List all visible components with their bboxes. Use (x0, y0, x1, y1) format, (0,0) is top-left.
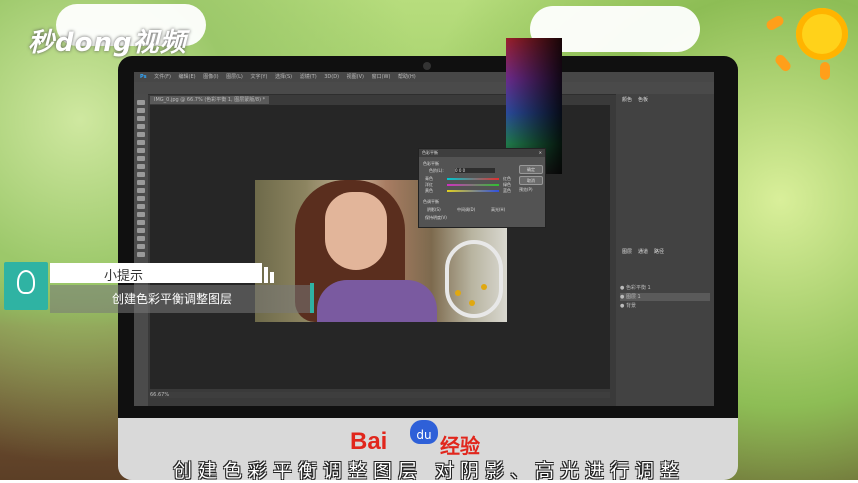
layer-row[interactable]: ● 图层 1 (620, 293, 710, 301)
layer-row[interactable]: ● 色彩平衡 1 (620, 284, 710, 292)
baidu-logo-text: Bai (350, 428, 388, 455)
cancel-button[interactable]: 取消 (519, 176, 543, 185)
gradient-tool-icon[interactable] (137, 188, 145, 193)
radio-shadows[interactable]: 阴影(S) (427, 207, 441, 213)
dodge-tool-icon[interactable] (137, 204, 145, 209)
photo-shirt (317, 280, 437, 322)
pen-tool-icon[interactable] (137, 212, 145, 217)
layer-row[interactable]: ● 背景 (620, 302, 710, 310)
type-tool-icon[interactable] (137, 220, 145, 225)
levels-label: 色阶(L): (429, 168, 444, 173)
menu-item-view[interactable]: 视图(V) (347, 72, 364, 82)
magenta-green-slider[interactable] (447, 184, 499, 186)
tip-step-decor (270, 272, 274, 283)
healing-tool-icon[interactable] (137, 148, 145, 153)
right-panels: 颜色 色板 图层 通道 路径 ● 色彩平衡 1 ● 图层 1 ● 背景 (616, 94, 714, 406)
tools-panel (134, 94, 148, 406)
layer-name: 色彩平衡 1 (625, 285, 651, 291)
ps-logo-icon: Ps (140, 74, 147, 80)
menu-item-filter[interactable]: 滤镜(T) (300, 72, 317, 82)
marquee-tool-icon[interactable] (137, 108, 145, 113)
history-brush-tool-icon[interactable] (137, 172, 145, 177)
eye-icon[interactable]: ● (620, 285, 624, 291)
levels-input-1[interactable]: 0 0 0 (455, 168, 495, 173)
tab-swatches[interactable]: 色板 (638, 96, 648, 104)
eraser-tool-icon[interactable] (137, 180, 145, 185)
status-bar: 66.67% (150, 392, 610, 398)
tone-label: 色调平衡 (423, 199, 439, 204)
zoom-level: 66.67% (150, 392, 170, 398)
tab-color[interactable]: 颜色 (622, 96, 632, 104)
watermark-logo: 秒dong视频 (28, 28, 187, 58)
stamp-tool-icon[interactable] (137, 164, 145, 169)
path-select-tool-icon[interactable] (137, 228, 145, 233)
blur-tool-icon[interactable] (137, 196, 145, 201)
tip-accent-bar (310, 283, 314, 313)
row-right-label: 蓝色 (503, 188, 511, 193)
zoom-tool-icon[interactable] (137, 252, 145, 257)
eyedropper-tool-icon[interactable] (137, 140, 145, 145)
preview-checkbox[interactable]: 预览(P) (519, 187, 533, 193)
cyan-red-slider[interactable] (447, 178, 499, 180)
eye-icon[interactable]: ● (620, 303, 624, 309)
photo-face (325, 192, 387, 270)
yellow-blue-slider[interactable] (447, 190, 499, 192)
shape-tool-icon[interactable] (137, 236, 145, 241)
hand-tool-icon[interactable] (137, 244, 145, 249)
photo-chair (445, 240, 503, 318)
lasso-tool-icon[interactable] (137, 116, 145, 121)
menu-bar: Ps 文件(F) 编辑(E) 图像(I) 图层(L) 文字(Y) 选择(S) 滤… (134, 72, 714, 82)
menu-item-image[interactable]: 图像(I) (203, 72, 218, 82)
menu-item-file[interactable]: 文件(F) (154, 72, 171, 82)
jingyan-logo-text: 经验 (440, 434, 480, 458)
photo-flower (455, 290, 461, 296)
preserve-luminosity-checkbox[interactable]: 保持明度(V) (425, 215, 447, 221)
photo-flower (469, 300, 475, 306)
brush-tool-icon[interactable] (137, 156, 145, 161)
layer-name: 背景 (625, 303, 636, 309)
crop-tool-icon[interactable] (137, 132, 145, 137)
menu-item-help[interactable]: 帮助(H) (398, 72, 416, 82)
sun-icon (796, 8, 848, 60)
video-subtitle: 创建色彩平衡调整图层 对阴影、高光进行调整 (172, 460, 686, 482)
tip-title-bar (50, 263, 262, 283)
menu-item-layer[interactable]: 图层(L) (226, 72, 243, 82)
move-tool-icon[interactable] (137, 100, 145, 105)
eye-icon[interactable]: ● (620, 294, 624, 300)
quick-select-tool-icon[interactable] (137, 124, 145, 129)
balance-label: 色彩平衡 (423, 161, 439, 166)
color-balance-dialog: 色彩平衡 ✕ 色彩平衡 色阶(L): 0 0 0 青色 红色 洋红 绿色 黄色 … (418, 148, 546, 228)
tab-layers[interactable]: 图层 (622, 248, 632, 256)
dialog-title-bar: 色彩平衡 ✕ (419, 149, 545, 157)
sun-ray (820, 62, 830, 80)
photo-flower (481, 284, 487, 290)
tip-text: 创建色彩平衡调整图层 (112, 292, 233, 306)
layer-name: 图层 1 (625, 294, 641, 300)
dialog-title: 色彩平衡 (422, 150, 438, 155)
radio-midtones[interactable]: 中间调(D) (457, 207, 475, 213)
tab-channels[interactable]: 通道 (638, 248, 648, 256)
radio-highlights[interactable]: 高光(H) (491, 207, 505, 213)
menu-item-window[interactable]: 窗口(W) (372, 72, 391, 82)
tip-step-decor (264, 267, 268, 283)
tab-paths[interactable]: 路径 (654, 248, 664, 256)
webcam-icon (423, 62, 431, 70)
baidu-paw-icon: du (410, 420, 438, 444)
lightbulb-icon (17, 270, 35, 294)
tip-title: 小提示 (104, 269, 144, 284)
menu-item-edit[interactable]: 编辑(E) (179, 72, 196, 82)
ok-button[interactable]: 确定 (519, 165, 543, 174)
menu-item-3d[interactable]: 3D(D) (324, 72, 339, 82)
menu-item-type[interactable]: 文字(Y) (250, 72, 267, 82)
close-icon[interactable]: ✕ (539, 149, 542, 157)
document-tab[interactable]: IMG_0.jpg @ 66.7% (色彩平衡 1, 图层蒙版/8) * (150, 96, 270, 104)
tip-icon-box (4, 262, 48, 310)
row-left-label: 黄色 (425, 188, 433, 193)
menu-item-select[interactable]: 选择(S) (275, 72, 292, 82)
